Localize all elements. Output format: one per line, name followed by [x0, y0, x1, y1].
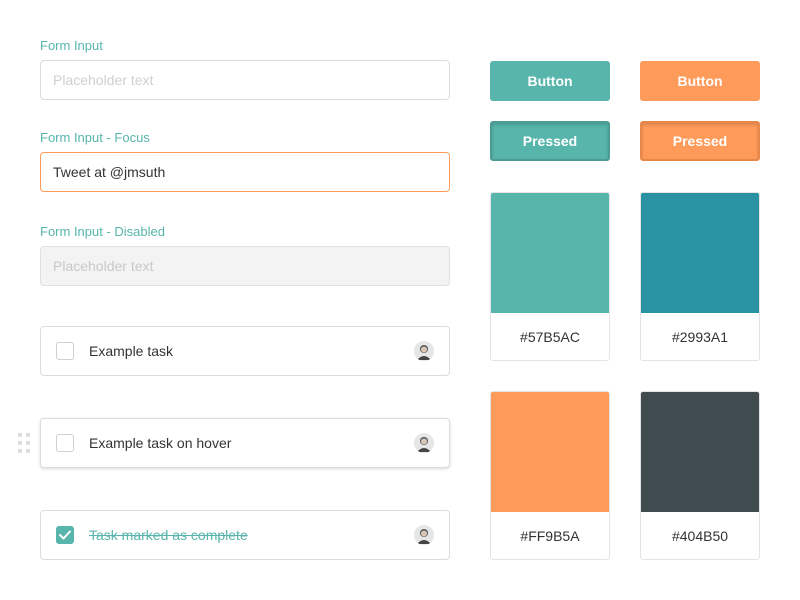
swatch-color: [641, 392, 759, 512]
color-swatch-orange: #FF9B5A: [490, 391, 610, 560]
task-label: Example task: [89, 343, 174, 359]
user-avatar: [414, 341, 434, 361]
color-swatch-teal: #57B5AC: [490, 192, 610, 361]
task-checkbox-checked[interactable]: [56, 526, 74, 544]
swatch-hex: #404B50: [671, 527, 729, 544]
form-input-label: Form Input: [40, 38, 103, 53]
teal-button-pressed[interactable]: Pressed: [490, 121, 610, 161]
swatch-color: [491, 392, 609, 512]
task-label: Task marked as complete: [89, 527, 248, 543]
form-input[interactable]: [40, 60, 450, 100]
orange-button[interactable]: Button: [640, 61, 760, 101]
swatch-hex: #FF9B5A: [520, 527, 580, 544]
form-input-focus[interactable]: [40, 152, 450, 192]
task-item-hover[interactable]: Example task on hover: [40, 418, 450, 468]
swatch-color: [641, 193, 759, 313]
user-avatar: [414, 433, 434, 453]
orange-button-pressed[interactable]: Pressed: [640, 121, 760, 161]
form-input-focus-label: Form Input - Focus: [40, 130, 150, 145]
drag-handle-icon[interactable]: [18, 433, 30, 453]
swatch-color: [491, 193, 609, 313]
user-avatar: [414, 525, 434, 545]
task-item-complete[interactable]: Task marked as complete: [40, 510, 450, 560]
swatch-hex: #2993A1: [671, 328, 729, 345]
form-input-disabled: [40, 246, 450, 286]
checkmark-icon: [59, 530, 71, 540]
form-input-disabled-label: Form Input - Disabled: [40, 224, 165, 239]
swatch-hex: #57B5AC: [520, 328, 580, 345]
color-swatch-dark-teal: #2993A1: [640, 192, 760, 361]
color-swatch-slate: #404B50: [640, 391, 760, 560]
teal-button[interactable]: Button: [490, 61, 610, 101]
task-checkbox[interactable]: [56, 342, 74, 360]
task-item[interactable]: Example task: [40, 326, 450, 376]
task-label: Example task on hover: [89, 435, 232, 451]
task-checkbox[interactable]: [56, 434, 74, 452]
